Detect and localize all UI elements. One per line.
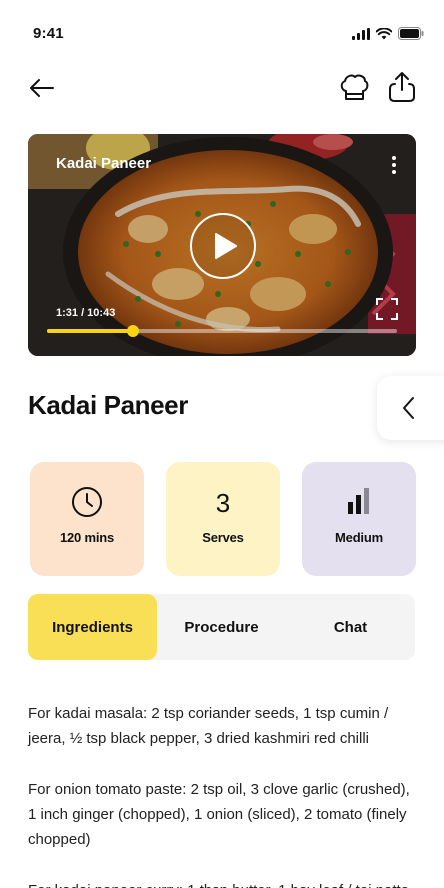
tab-ingredients[interactable]: Ingredients: [28, 594, 157, 660]
recipe-title: Kadai Paneer: [28, 390, 188, 420]
stat-card-serves: 3 Serves: [166, 462, 280, 576]
stat-number-serves: 3: [215, 488, 231, 518]
status-icons: [352, 27, 424, 40]
difficulty-bars-icon: [348, 488, 369, 514]
fullscreen-icon[interactable]: [376, 298, 398, 320]
battery-icon: [398, 27, 424, 40]
stat-label-serves: Serves: [202, 530, 244, 545]
nav-bar: [0, 66, 444, 110]
ingredient-paragraph: For onion tomato paste: 2 tsp oil, 3 clo…: [28, 781, 410, 848]
signal-icon: [352, 27, 370, 40]
back-arrow-icon[interactable]: [28, 74, 56, 102]
recipe-tabs: Ingredients Procedure Chat: [28, 594, 415, 660]
ingredient-paragraph: For kadai masala: 2 tsp coriander seeds,…: [28, 705, 389, 747]
stat-card-difficulty: Medium: [302, 462, 416, 576]
ingredient-paragraph: For kadai paneer curry: 1 tbsp butter, 1…: [28, 878, 420, 888]
video-progress-bar[interactable]: [47, 325, 397, 337]
wifi-icon: [376, 27, 392, 39]
more-vertical-icon[interactable]: [386, 155, 402, 175]
ingredients-content: For kadai masala: 2 tsp coriander seeds,…: [28, 701, 420, 888]
video-progress-fill: [47, 329, 133, 333]
stat-label-time: 120 mins: [59, 530, 115, 545]
play-icon[interactable]: [189, 212, 257, 280]
clock-icon: [72, 487, 102, 517]
video-time: 1:31 / 10:43: [56, 307, 116, 319]
tab-chat[interactable]: Chat: [286, 594, 415, 660]
video-progress-knob[interactable]: [126, 325, 139, 337]
tab-procedure[interactable]: Procedure: [157, 594, 286, 660]
share-icon[interactable]: [386, 70, 418, 104]
stat-label-difficulty: Medium: [335, 530, 383, 545]
side-drawer-tab[interactable]: [377, 376, 444, 440]
video-player[interactable]: Kadai Paneer 1:31 / 10:43: [28, 134, 416, 356]
chef-hat-icon[interactable]: [337, 70, 371, 104]
status-bar: 9:41: [0, 0, 444, 60]
status-time: 9:41: [33, 25, 64, 42]
video-title: Kadai Paneer: [56, 155, 152, 172]
chevron-left-icon: [403, 397, 414, 419]
stat-card-time: 120 mins: [30, 462, 144, 576]
